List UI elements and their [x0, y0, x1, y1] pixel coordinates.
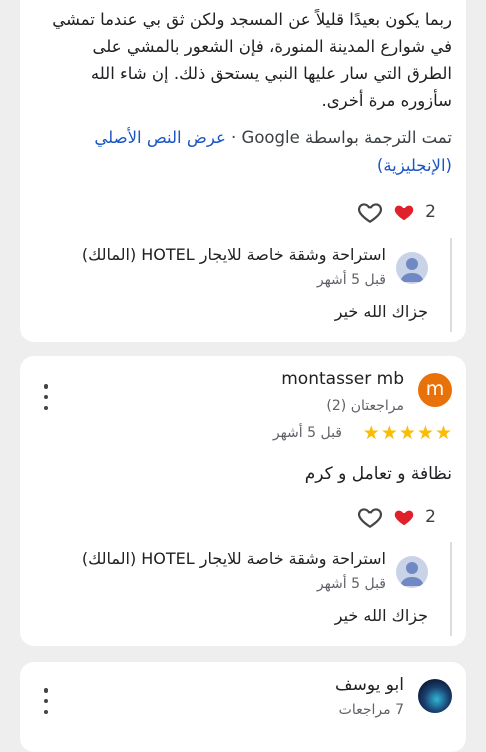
owner-reply-time: قبل 5 أشهر	[316, 272, 386, 288]
reviewer-review-count: 7 مراجعات	[338, 702, 404, 718]
reviewer-name[interactable]: montasser mb	[281, 369, 404, 389]
owner-reply-text: جزاك الله خير	[334, 302, 428, 321]
reviewer-review-count: مراجعتان (2)	[326, 398, 404, 414]
star-rating: ★ ★ ★ ★ ★	[363, 423, 452, 443]
heart-outline-icon[interactable]	[357, 199, 383, 225]
star-icon: ★	[380, 422, 398, 444]
review-text: ربما يكون بعيدًا قليلاً عن المسجد ولكن ث…	[52, 10, 452, 110]
owner-name: استراحة وشقة خاصة للايجار HOTEL (المالك)	[81, 549, 386, 568]
owner-reply: استراحة وشقة خاصة للايجار HOTEL (المالك)…	[48, 542, 452, 636]
avatar[interactable]: m	[418, 373, 452, 407]
reactions: 2	[343, 502, 436, 532]
avatar-letter: m	[425, 378, 445, 400]
heart-filled-icon	[394, 205, 414, 221]
heart-filled-icon	[394, 510, 414, 526]
owner-reply-time: قبل 5 أشهر	[316, 576, 386, 592]
reviewer-name[interactable]: ابو يوسف	[335, 675, 404, 695]
review-time: قبل 5 أشهر	[272, 425, 342, 441]
review-card: m montasser mb مراجعتان (2) ★ ★ ★ ★ ★ قب…	[20, 356, 466, 646]
more-vert-icon[interactable]	[36, 688, 56, 714]
owner-name: استراحة وشقة خاصة للايجار HOTEL (المالك)	[81, 245, 386, 264]
translation-note: تمت الترجمة بواسطة Google · عرض النص الأ…	[52, 124, 452, 180]
review-card: ربما يكون بعيدًا قليلاً عن المسجد ولكن ث…	[20, 0, 466, 342]
like-count: 2	[425, 202, 436, 222]
more-vert-icon[interactable]	[36, 384, 56, 410]
heart-outline-icon[interactable]	[357, 504, 383, 530]
person-icon	[396, 252, 428, 284]
review-card: ابو يوسف 7 مراجعات	[20, 662, 466, 752]
like-count: 2	[425, 507, 436, 527]
owner-reply-text: جزاك الله خير	[334, 606, 428, 625]
translated-by-label: تمت الترجمة بواسطة Google	[241, 128, 452, 147]
person-icon	[396, 556, 428, 588]
star-icon: ★	[416, 422, 434, 444]
star-icon: ★	[398, 422, 416, 444]
separator: ·	[231, 128, 237, 147]
reactions: 2	[343, 197, 436, 227]
star-icon: ★	[362, 422, 380, 444]
owner-reply: استراحة وشقة خاصة للايجار HOTEL (المالك)…	[48, 238, 452, 332]
review-text: نظافة و تعامل و كرم	[304, 464, 452, 484]
star-icon: ★	[434, 422, 452, 444]
avatar[interactable]	[418, 679, 452, 713]
